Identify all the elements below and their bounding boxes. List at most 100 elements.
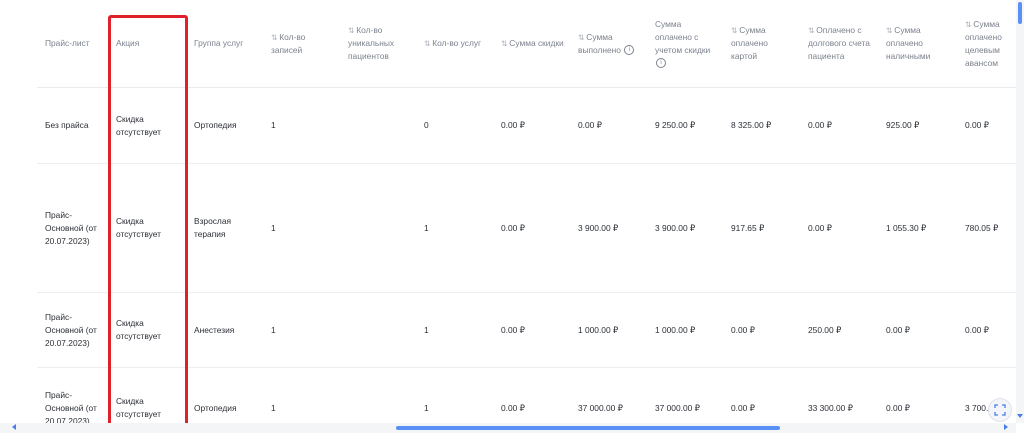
vertical-scrollbar[interactable]	[1016, 0, 1024, 423]
sort-icon[interactable]: ⇅	[424, 39, 430, 48]
cell-value: 917.65 ₽	[731, 222, 765, 233]
column-header[interactable]: ⇅ Сумма оплачено картой	[723, 0, 800, 88]
fullscreen-icon	[994, 404, 1006, 416]
column-header-label: Группа услуг	[194, 38, 244, 48]
cell-value: 9 250.00 ₽	[655, 120, 696, 130]
cell-value: Анестезия	[194, 324, 235, 335]
cell-value: 0.00 ₽	[578, 120, 602, 130]
cell-value: 1 000.00 ₽	[578, 324, 619, 335]
column-header[interactable]: ⇅ Сумма оплачено целевым авансом	[957, 0, 1017, 88]
column-header-content: ⇅ Сумма оплачено картой	[723, 24, 800, 63]
fullscreen-button[interactable]	[988, 398, 1012, 422]
column-header[interactable]: ⇅ Сумма оплачено наличными	[878, 0, 957, 88]
column-header[interactable]: Группа услуг	[186, 0, 263, 88]
sort-icon[interactable]: ⇅	[501, 39, 507, 48]
info-icon[interactable]: i	[656, 58, 666, 69]
table-cell: 8 325.00 ₽	[723, 87, 800, 164]
column-header[interactable]: ⇅ Оплачено с долгового счета пациента	[800, 0, 878, 88]
scroll-left-arrow-icon[interactable]	[12, 424, 16, 430]
table-cell: Скидка отсутствует	[108, 292, 186, 368]
sort-icon[interactable]: ⇅	[348, 26, 354, 35]
column-header[interactable]: ⇅ Кол-во уникальных пациентов	[340, 0, 416, 88]
cell-value: 925.00 ₽	[886, 120, 920, 130]
column-header-content: Акция	[108, 37, 186, 50]
sort-icon[interactable]: ⇅	[271, 33, 277, 42]
cell-value: 1	[271, 222, 276, 233]
cell-value: 3 900.00 ₽	[578, 222, 619, 233]
table-cell: 3 900.00 ₽	[570, 163, 647, 293]
cell-value: Скидка отсутствует	[116, 318, 161, 341]
cell-value: 1	[271, 120, 276, 130]
table-cell: 1 055.30 ₽	[878, 163, 957, 293]
table-cell: 0.00 ₽	[493, 292, 570, 368]
table-cell: 1 000.00 ₽	[647, 292, 723, 368]
horizontal-scrollbar[interactable]	[0, 423, 1016, 433]
table-cell: Взрослая терапия	[186, 163, 263, 293]
column-header[interactable]: ⇅ Кол-во записей	[263, 0, 340, 88]
column-header-label: Акция	[116, 38, 140, 48]
column-header-content: ⇅ Кол-во записей	[263, 31, 340, 57]
column-header-label: Кол-во услуг	[432, 38, 482, 48]
cell-value: 0.00 ₽	[808, 222, 832, 233]
table-cell: 1	[263, 292, 340, 368]
table-viewport[interactable]: Прайс-лист Акция Группа услуг ⇅ Кол-во запис…	[0, 0, 1024, 433]
column-header-label: Сумма оплачено с учетом скидки	[655, 18, 711, 55]
scroll-down-arrow-icon[interactable]	[1017, 414, 1023, 418]
table-row[interactable]: Прайс-Основной (от 20.07.2023) Скидка отс…	[37, 163, 1017, 293]
column-header-content: ⇅ Сумма оплачено целевым авансом	[957, 18, 1017, 70]
cell-value: 1 055.30 ₽	[886, 222, 927, 233]
table-cell: Без прайса	[37, 87, 108, 164]
cell-value: 0.00 ₽	[965, 324, 989, 335]
table-cell: 0.00 ₽	[957, 292, 1017, 368]
column-header[interactable]: ⇅ Кол-во услуг	[416, 0, 493, 88]
table-cell: 9 250.00 ₽	[647, 87, 723, 164]
sort-icon[interactable]: ⇅	[808, 26, 814, 35]
table-cell: 1	[416, 163, 493, 293]
column-header-content: ⇅ Сумма скидки	[493, 37, 570, 50]
cell-value: 0.00 ₽	[731, 324, 755, 335]
header-row: Прайс-лист Акция Группа услуг ⇅ Кол-во запис…	[37, 0, 1017, 88]
cell-value: Скидка отсутствует	[116, 396, 161, 419]
column-header-content: ⇅ Кол-во услуг	[416, 37, 493, 50]
cell-value: 33 300.00 ₽	[808, 402, 853, 413]
vertical-scrollbar-thumb[interactable]	[1018, 2, 1022, 24]
column-header-content: Прайс-лист	[37, 37, 108, 50]
cell-value: 37 000.00 ₽	[578, 402, 623, 413]
info-icon[interactable]: i	[624, 45, 635, 56]
column-header-content: ⇅ Оплачено с долгового счета пациента	[800, 24, 878, 63]
cell-value: 0.00 ₽	[808, 120, 832, 130]
cell-value: 0.00 ₽	[501, 222, 525, 233]
column-header[interactable]: Сумма оплачено с учетом скидки i	[647, 0, 723, 88]
cell-value: 1	[424, 222, 429, 233]
table-header: Прайс-лист Акция Группа услуг ⇅ Кол-во запис…	[37, 0, 1017, 88]
cell-value: 8 325.00 ₽	[731, 120, 772, 130]
sort-icon[interactable]: ⇅	[578, 33, 584, 42]
cell-value: 250.00 ₽	[808, 324, 842, 335]
scroll-right-arrow-icon[interactable]	[1004, 424, 1008, 430]
table-cell: 925.00 ₽	[878, 87, 957, 164]
table-row[interactable]: Прайс-Основной (от 20.07.2023) Скидка отс…	[37, 292, 1017, 368]
column-header-label: Сумма оплачено наличными	[886, 25, 931, 61]
cell-value: 0.00 ₽	[886, 324, 910, 335]
report-table: Прайс-лист Акция Группа услуг ⇅ Кол-во запис…	[37, 0, 1017, 433]
horizontal-scrollbar-thumb[interactable]	[396, 426, 780, 430]
table-cell: 0.00 ₽	[878, 292, 957, 368]
sort-icon[interactable]: ⇅	[965, 20, 971, 29]
report-panel: Прайс-лист Акция Группа услуг ⇅ Кол-во запис…	[0, 0, 1024, 433]
sort-icon[interactable]: ⇅	[731, 26, 737, 35]
cell-value: 1	[271, 402, 276, 413]
column-header-content: ⇅ Сумма оплачено наличными	[878, 24, 957, 63]
column-header-content: ⇅ Сумма выполнено i	[570, 31, 647, 57]
cell-value: 37 000.00 ₽	[655, 402, 700, 413]
column-header[interactable]: Акция	[108, 0, 186, 88]
column-header[interactable]: ⇅ Сумма выполнено i	[570, 0, 647, 88]
column-header[interactable]: Прайс-лист	[37, 0, 108, 88]
cell-value: Без прайса	[45, 120, 89, 130]
table-cell: 0.00 ₽	[800, 163, 878, 293]
table-row[interactable]: Без прайса Скидка отсутствует Ортопедия 1 0 0…	[37, 87, 1017, 164]
column-header[interactable]: ⇅ Сумма скидки	[493, 0, 570, 88]
cell-value: Прайс-Основной (от 20.07.2023)	[45, 209, 97, 246]
table-cell: 917.65 ₽	[723, 163, 800, 293]
sort-icon[interactable]: ⇅	[886, 26, 892, 35]
column-header-label: Прайс-лист	[45, 38, 90, 48]
